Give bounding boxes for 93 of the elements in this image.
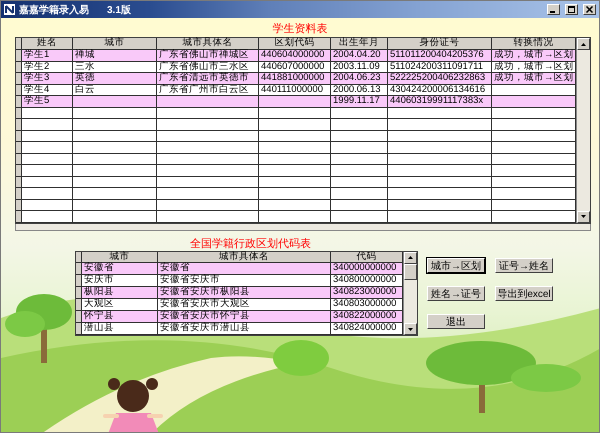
column-header[interactable]: 城市具体名 xyxy=(157,38,259,49)
table-cell: 511024200311091711 xyxy=(388,62,492,72)
row-header[interactable] xyxy=(76,287,82,298)
maximize-button[interactable] xyxy=(565,4,578,15)
row-header[interactable] xyxy=(16,119,22,130)
row-header[interactable] xyxy=(76,299,82,310)
row-header[interactable] xyxy=(16,200,22,210)
column-header[interactable]: 区划代码 xyxy=(259,38,331,49)
table-cell: 440604000000 xyxy=(259,50,331,60)
table-cell: 安徽省安庆市枞阳县 xyxy=(158,287,331,298)
table-cell: 2000.06.13 xyxy=(331,84,388,95)
row-header[interactable] xyxy=(16,96,22,106)
close-icon xyxy=(585,6,594,13)
table-cell: 安徽省安庆市怀宁县 xyxy=(158,311,331,322)
maximize-icon xyxy=(567,6,576,13)
scrollbar-thumb[interactable] xyxy=(404,264,417,280)
table-cell: 2003.11.09 xyxy=(331,62,388,72)
table-cell: 安徽省安庆市 xyxy=(158,275,331,286)
row-header[interactable] xyxy=(76,311,82,322)
bush-drawing xyxy=(273,340,329,376)
table-cell: 440607000000 xyxy=(259,62,331,72)
table-cell: 三水 xyxy=(73,62,157,72)
column-header[interactable]: 身份证号 xyxy=(388,38,492,49)
table-cell: 2004.06.23 xyxy=(331,73,388,84)
row-header[interactable] xyxy=(16,142,22,152)
table-title: 学生资料表 xyxy=(272,22,328,37)
table-cell: 英德 xyxy=(73,73,157,84)
row-header[interactable] xyxy=(16,50,22,60)
row-header[interactable] xyxy=(16,154,22,164)
table-cell: 怀宁县 xyxy=(82,311,158,322)
row-header[interactable] xyxy=(16,130,22,141)
up-arrow-icon xyxy=(408,256,413,259)
table-cell: 44060319991117383x xyxy=(388,96,492,106)
up-arrow-icon xyxy=(581,42,586,46)
row-header[interactable] xyxy=(16,176,22,187)
row-header[interactable] xyxy=(16,108,22,118)
row-header[interactable] xyxy=(16,165,22,176)
table-cell: 广东省佛山市禅城区 xyxy=(157,50,259,60)
row-header[interactable] xyxy=(16,84,22,95)
action-button[interactable]: 证号→姓名 xyxy=(495,258,553,272)
column-header[interactable]: 城市 xyxy=(73,38,157,49)
table-cell: 1999.11.17 xyxy=(331,96,388,106)
row-header[interactable] xyxy=(16,73,22,84)
version-label: 3.1版 xyxy=(107,4,131,16)
table-cell: 潜山县 xyxy=(82,323,158,334)
table-cell: 广东省广州市白云区 xyxy=(157,84,259,95)
column-header[interactable]: 城市具体名 xyxy=(158,252,331,262)
vertical-scrollbar[interactable] xyxy=(576,38,590,222)
action-button[interactable]: 退出 xyxy=(427,314,485,328)
table-cell: 广东省佛山市三水区 xyxy=(157,62,259,72)
row-header[interactable] xyxy=(16,188,22,198)
table-cell: 学生1 xyxy=(22,50,73,60)
table-cell: 2004.04.20 xyxy=(331,50,388,60)
action-button[interactable]: 城市→区划 xyxy=(427,258,485,272)
tree-drawing xyxy=(5,294,72,363)
minimize-button[interactable] xyxy=(547,4,560,15)
table-cell: 大观区 xyxy=(82,299,158,310)
girl-silhouette-drawing xyxy=(103,378,163,432)
column-header[interactable]: 出生年月 xyxy=(331,38,388,49)
table-cell: 安徽省 xyxy=(82,263,158,274)
close-button[interactable] xyxy=(583,4,596,15)
table-cell: 白云 xyxy=(73,84,157,95)
down-arrow-icon xyxy=(408,328,413,330)
table-cell: 511011200404205376 xyxy=(388,50,492,60)
row-header[interactable] xyxy=(76,263,82,274)
table-cell: 440111000000 xyxy=(259,84,331,95)
action-button[interactable]: 姓名→证号 xyxy=(427,286,485,300)
table-cell: 枞阳县 xyxy=(82,287,158,298)
column-header[interactable]: 城市 xyxy=(82,252,158,262)
row-header[interactable] xyxy=(76,323,82,334)
table-cell: 522225200406232863 xyxy=(388,73,492,84)
window-title: 嘉嘉学籍录入易 xyxy=(19,4,89,16)
table-cell: 学生3 xyxy=(22,73,73,84)
table-title: 全国学籍行政区划代码表 xyxy=(190,238,311,250)
row-header[interactable] xyxy=(16,211,22,222)
table-cell: 430424200006134616 xyxy=(388,84,492,95)
table-cell: 广东省清远市英德市 xyxy=(157,73,259,84)
table-cell: 学生4 xyxy=(22,84,73,95)
down-arrow-icon xyxy=(581,215,586,218)
app-icon xyxy=(4,4,15,15)
table-cell: 安徽省 xyxy=(158,263,331,274)
vertical-scrollbar[interactable] xyxy=(403,252,417,335)
action-button[interactable]: 导出到excel xyxy=(495,286,553,300)
row-header[interactable] xyxy=(76,275,82,286)
column-header[interactable]: 姓名 xyxy=(22,38,73,49)
table-cell: 学生5 xyxy=(22,96,73,106)
table-cell: 禅城 xyxy=(73,50,157,60)
table-cell: 学生2 xyxy=(22,62,73,72)
row-header[interactable] xyxy=(16,62,22,72)
table-cell: 441881000000 xyxy=(259,73,331,84)
table-cell: 安徽省安庆市潜山县 xyxy=(158,323,331,334)
table-cell: 安徽省安庆市大观区 xyxy=(158,299,331,310)
table-cell: 安庆市 xyxy=(82,275,158,286)
